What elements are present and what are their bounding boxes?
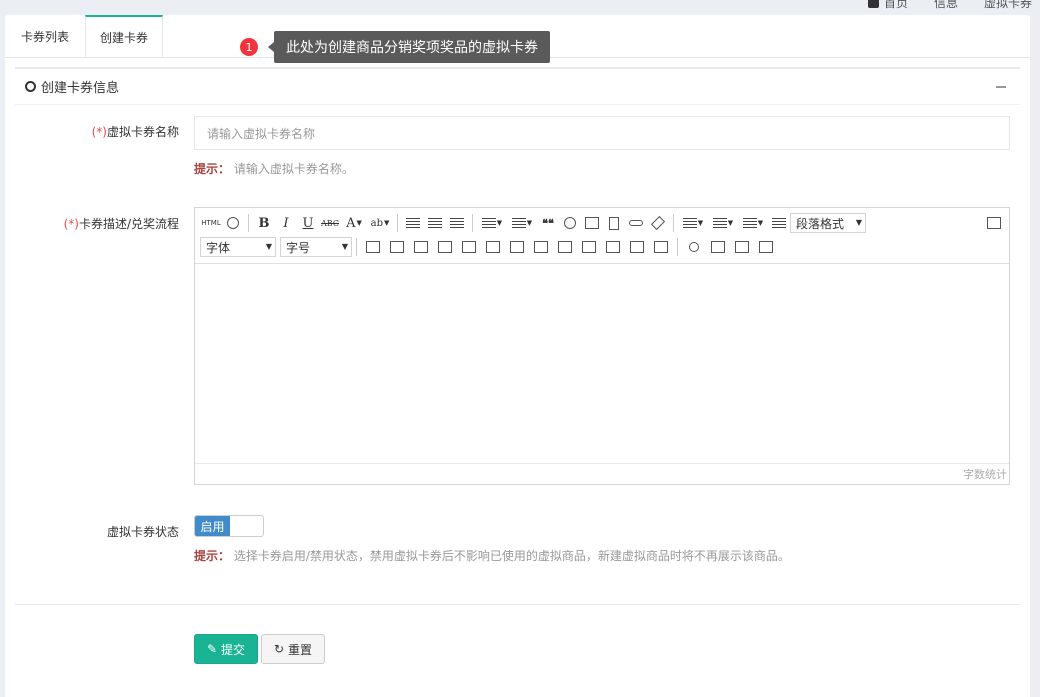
anchor-icon[interactable] [682,237,706,257]
insert-column-icon[interactable] [481,237,505,257]
insert-paragraph-before-table-icon[interactable] [409,237,433,257]
collapse-icon[interactable] [996,86,1006,88]
bold-button[interactable]: B [253,213,275,233]
topnav-info[interactable]: 信息 [934,0,958,11]
insert-row-icon[interactable] [433,237,457,257]
font-color-button[interactable]: A ▼ [341,213,367,233]
align-center-icon[interactable] [424,213,446,233]
font-family-select[interactable]: 字体 ▼ [200,237,276,257]
page-break-icon[interactable] [706,237,730,257]
delete-column-icon[interactable] [505,237,529,257]
chevron-down-icon: ▼ [383,219,390,227]
toolbar-row-2: 字体 ▼ 字号 ▼ [200,236,778,258]
refresh-icon: ↻ [273,642,285,656]
name-hint: 提示： 请输入虚拟卡券名称。 [194,162,354,176]
tab-create-card[interactable]: 创建卡券 [85,15,163,58]
circle-icon [25,81,36,92]
topnav-virtual-card[interactable]: 虚拟卡券 [984,0,1032,11]
align-left-icon[interactable] [402,213,424,233]
italic-button[interactable]: I [275,213,297,233]
paste-icon[interactable] [754,237,778,257]
row-spacing-top-icon[interactable]: ▼ [678,213,708,233]
split-rows-icon[interactable] [625,237,649,257]
reset-button[interactable]: ↻ 重置 [261,634,325,664]
delete-row-icon[interactable] [457,237,481,257]
indent-icon[interactable] [768,213,790,233]
tooltip-text: 此处为创建商品分销奖项奖品的虚拟卡券 [274,31,550,63]
top-nav: 首页 信息 虚拟卡券 [867,0,1032,11]
status-toggle-on: 启用 [195,516,230,536]
preview-icon[interactable] [222,213,244,233]
insert-table-icon[interactable] [361,237,385,257]
align-right-icon[interactable] [446,213,468,233]
ordered-list-icon[interactable]: ▼ [477,213,507,233]
font-size-select[interactable]: 字号 ▼ [280,237,352,257]
chevron-down-icon: ▼ [341,242,348,251]
emoji-icon[interactable] [559,213,581,233]
status-label: 虚拟卡券状态 [106,525,179,539]
editor-content-area[interactable] [195,264,1009,464]
separator [397,214,398,232]
submit-button[interactable]: ✎ 提交 [194,634,258,664]
chevron-down-icon: ▼ [265,242,272,251]
rich-text-editor: HTML B I U ABC A ▼ ab ▼ ▼ ▼ ❝❝ ▼ ▼ ▼ 段落格… [194,207,1010,485]
separator [677,238,678,256]
toolbar-row-1: HTML B I U ABC A ▼ ab ▼ ▼ ▼ ❝❝ ▼ ▼ ▼ 段落格… [200,212,866,234]
line-height-icon[interactable]: ▼ [738,213,768,233]
panel-title: 创建卡券信息 [41,81,120,96]
name-label: (*)虚拟卡券名称 [91,125,179,139]
print-icon[interactable] [730,237,754,257]
separator [248,214,249,232]
panel-header: 创建卡券信息 [15,67,1020,105]
separator [472,214,473,232]
topnav-home[interactable]: 首页 [867,0,908,11]
card-name-input[interactable]: 请输入虚拟卡券名称 [194,116,1010,150]
unordered-list-icon[interactable]: ▼ [507,213,537,233]
form-divider [15,604,1020,605]
eraser-icon[interactable] [647,213,669,233]
strikethrough-button[interactable]: ABC [319,213,341,233]
row-spacing-bottom-icon[interactable]: ▼ [708,213,738,233]
separator [356,238,357,256]
editor-toolbar: HTML B I U ABC A ▼ ab ▼ ▼ ▼ ❝❝ ▼ ▼ ▼ 段落格… [195,208,1009,264]
wordcount-divider [195,463,1009,464]
merge-down-icon[interactable] [577,237,601,257]
chevron-down-icon: ▼ [855,218,862,227]
image-icon[interactable] [581,213,603,233]
guide-tooltip: 1 此处为创建商品分销奖项奖品的虚拟卡券 [240,31,550,63]
status-hint: 提示： 选择卡券启用/禁用状态，禁用虚拟卡券后不影响已使用的虚拟商品，新建虚拟商… [194,549,790,563]
chevron-down-icon: ▼ [356,219,362,227]
split-columns-icon[interactable] [649,237,673,257]
separator [673,214,674,232]
desc-label: (*)卡券描述/兑奖流程 [63,217,179,231]
main-card: 卡券列表 创建卡券 1 此处为创建商品分销奖项奖品的虚拟卡券 创建卡券信息 (*… [5,15,1030,697]
merge-right-icon[interactable] [553,237,577,257]
html-source-button[interactable]: HTML [200,213,222,233]
tooltip-step-badge: 1 [240,38,258,56]
underline-button[interactable]: U [297,213,319,233]
word-count: 字数统计 [963,468,1007,481]
status-toggle[interactable]: 启用 [194,515,264,537]
video-icon[interactable] [603,213,625,233]
tab-bar: 卡券列表 创建卡券 [5,15,163,58]
merge-cells-icon[interactable] [529,237,553,257]
delete-table-icon[interactable] [385,237,409,257]
blockquote-button[interactable]: ❝❝ [537,213,559,233]
tab-card-list[interactable]: 卡券列表 [5,15,85,57]
pencil-icon: ✎ [206,642,218,656]
link-icon[interactable] [625,213,647,233]
highlight-color-button[interactable]: ab ▼ [367,213,393,233]
home-icon [867,0,879,8]
fullscreen-icon[interactable] [983,213,1005,233]
paragraph-format-select[interactable]: 段落格式 ▼ [790,213,866,233]
split-cells-icon[interactable] [601,237,625,257]
